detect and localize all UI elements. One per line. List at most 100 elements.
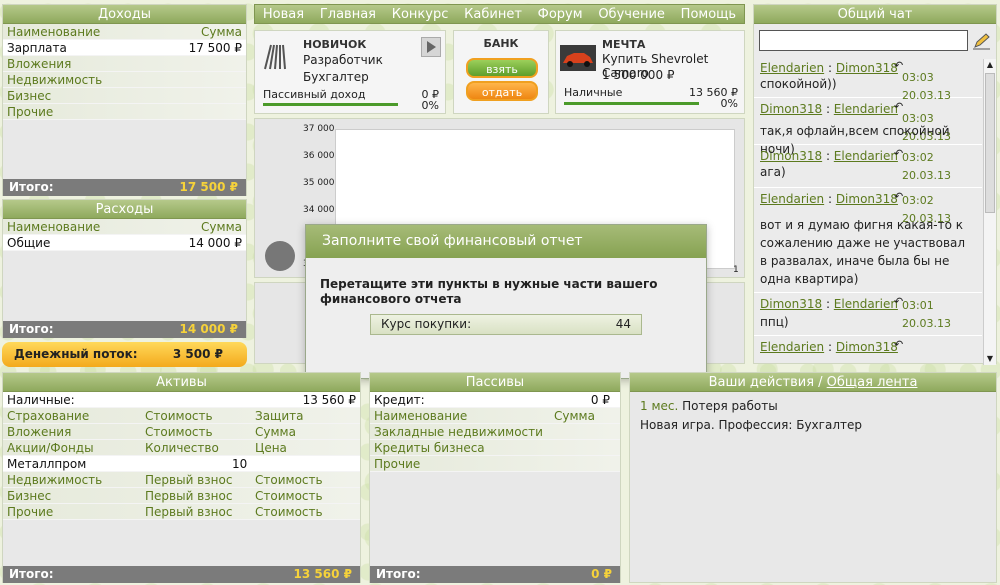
assets-total-label: Итого: — [9, 567, 54, 581]
liabilities-row-label: Прочие — [374, 457, 421, 471]
liabilities-col-name: Наименование — [374, 409, 468, 423]
assets-col-1: Недвижимость — [7, 473, 103, 487]
nav-contest[interactable]: Конкурс — [392, 5, 449, 23]
chat-text: ага) — [760, 165, 786, 179]
chat-to[interactable]: Dimon318 — [836, 192, 898, 206]
assets-col-1: Страхование — [7, 409, 90, 423]
draggable-item[interactable]: Курс покупки: 44 — [370, 314, 642, 335]
chart-ytick: 36 000 — [303, 151, 335, 161]
profile-job: Разработчик — [303, 53, 383, 67]
chat-input[interactable] — [759, 30, 968, 51]
chat-from[interactable]: Elendarien — [760, 192, 824, 206]
chat-from[interactable]: Elendarien — [760, 61, 824, 75]
dream-price: 1 500 000 ₽ — [602, 68, 675, 82]
nav-learning[interactable]: Обучение — [598, 5, 665, 23]
chat-to[interactable]: Elendarien — [834, 149, 898, 163]
income-header-row: Наименование Сумма — [3, 24, 246, 40]
liabilities-credit-row[interactable]: Кредит: 0 ₽ — [370, 392, 620, 408]
assets-col-1: Вложения — [7, 425, 72, 439]
liabilities-row-label: Кредиты бизнеса — [374, 441, 485, 455]
nav-forum[interactable]: Форум — [538, 5, 583, 23]
assets-cash-row[interactable]: Наличные: 13 560 ₽ — [3, 392, 360, 408]
liabilities-row-label: Закладные недвижимости — [374, 425, 543, 439]
assets-cash-value: 13 560 ₽ — [302, 393, 356, 407]
income-row-label: Бизнес — [7, 89, 52, 103]
income-row-business[interactable]: Бизнес — [3, 88, 246, 104]
dream-progress — [564, 102, 699, 105]
chat-from[interactable]: Dimon318 — [760, 297, 822, 311]
dream-title: МЕЧТА — [602, 38, 646, 51]
assets-row-realty[interactable]: Недвижимость Первый взнос Стоимость — [3, 472, 360, 488]
chat-panel: Общий чат Elendarien : Dimon318 ↶ 03:03 … — [753, 4, 997, 365]
actions-title-main: Ваши действия — [708, 375, 815, 390]
income-row-label: Прочие — [7, 105, 54, 119]
assets-col-2: Стоимость — [145, 409, 213, 423]
car-icon — [560, 45, 596, 71]
assets-row-investments[interactable]: Вложения Стоимость Сумма — [3, 424, 360, 440]
profile-profession: Бухгалтер — [303, 70, 369, 84]
chat-to[interactable]: Elendarien — [834, 297, 898, 311]
income-row-investments[interactable]: Вложения — [3, 56, 246, 72]
assets-col-2: Первый взнос — [145, 505, 233, 519]
liabilities-total-value: 0 ₽ — [591, 567, 612, 581]
chat-text: вот и я думаю фигня какая-то к сожалению… — [760, 218, 966, 286]
nav-new[interactable]: Новая — [263, 5, 304, 23]
income-row-other[interactable]: Прочие — [3, 104, 246, 120]
liabilities-col-sum: Сумма — [554, 409, 595, 423]
scroll-up-icon[interactable]: ▲ — [984, 59, 996, 71]
chat-scrollbar[interactable]: ▲ ▼ — [983, 59, 996, 365]
play-button[interactable] — [421, 37, 441, 57]
income-row-label: Недвижимость — [7, 73, 103, 87]
assets-row-stocks[interactable]: Акции/Фонды Количество Цена — [3, 440, 360, 456]
shared-feed-link[interactable]: Общая лента — [827, 375, 918, 390]
liabilities-credit-value: 0 ₽ — [590, 393, 610, 407]
assets-row-business[interactable]: Бизнес Первый взнос Стоимость — [3, 488, 360, 504]
draggable-item-label: Курс покупки: — [381, 317, 472, 331]
draggable-item-value: 44 — [615, 317, 631, 331]
income-total: Итого: 17 500 ₽ — [3, 179, 246, 196]
assets-col-3: Защита — [255, 409, 304, 423]
chat-from[interactable]: Dimon318 — [760, 149, 822, 163]
nav-help[interactable]: Помощь — [681, 5, 736, 23]
chat-from[interactable]: Elendarien — [760, 340, 824, 354]
nav-main[interactable]: Главная — [320, 5, 376, 23]
income-row-salary[interactable]: Зарплата 17 500 ₽ — [3, 40, 246, 56]
expenses-total-label: Итого: — [9, 322, 54, 336]
give-button[interactable]: отдать — [466, 81, 538, 101]
assets-row-stock-item[interactable]: Металлпром 10 — [3, 456, 360, 472]
actions-entry: 1 мес. Потеря работы — [640, 399, 778, 413]
liabilities-header-row: Наименование Сумма — [370, 408, 620, 424]
income-row-realty[interactable]: Недвижимость — [3, 72, 246, 88]
income-col-sum: Сумма — [201, 25, 242, 39]
financial-report-modal: Заполните свой финансовый отчет Перетащи… — [305, 224, 707, 379]
liabilities-row-other[interactable]: Прочие — [370, 456, 620, 472]
assets-col-3: Стоимость — [255, 473, 323, 487]
expenses-row-general[interactable]: Общие 14 000 ₽ — [3, 235, 246, 251]
chat-to[interactable]: Elendarien — [834, 102, 898, 116]
assets-total-value: 13 560 ₽ — [293, 567, 352, 581]
expenses-row-value: 14 000 ₽ — [188, 236, 242, 250]
scroll-down-icon[interactable]: ▼ — [984, 353, 996, 365]
assets-panel: Активы Наличные: 13 560 ₽ Страхование Ст… — [2, 372, 361, 583]
profile-card: НОВИЧОК Разработчик Бухгалтер Пассивный … — [254, 30, 446, 114]
assets-row-insurance[interactable]: Страхование Стоимость Защита — [3, 408, 360, 424]
chat-to[interactable]: Dimon318 — [836, 61, 898, 75]
chat-text: спокойной)) — [760, 77, 837, 91]
income-row-label: Вложения — [7, 57, 72, 71]
chat-send-button[interactable] — [972, 32, 992, 50]
chat-to[interactable]: Dimon318 — [836, 340, 898, 354]
liabilities-row-business-loans[interactable]: Кредиты бизнеса — [370, 440, 620, 456]
actions-panel: Ваши действия / Общая лента 1 мес. Потер… — [629, 372, 997, 583]
income-title: Доходы — [3, 5, 246, 24]
scroll-thumb[interactable] — [985, 73, 995, 213]
liabilities-row-mortgage[interactable]: Закладные недвижимости — [370, 424, 620, 440]
income-col-name: Наименование — [7, 25, 101, 39]
assets-row-other[interactable]: Прочие Первый взнос Стоимость — [3, 504, 360, 520]
assets-col-3: Стоимость — [255, 489, 323, 503]
chat-from[interactable]: Dimon318 — [760, 102, 822, 116]
reply-icon[interactable]: ↶ — [894, 336, 903, 354]
assets-col-2: Первый взнос — [145, 473, 233, 487]
take-button[interactable]: взять — [466, 58, 538, 78]
modal-instruction: Перетащите эти пункты в нужные части ваш… — [320, 277, 658, 306]
nav-cabinet[interactable]: Кабинет — [464, 5, 522, 23]
